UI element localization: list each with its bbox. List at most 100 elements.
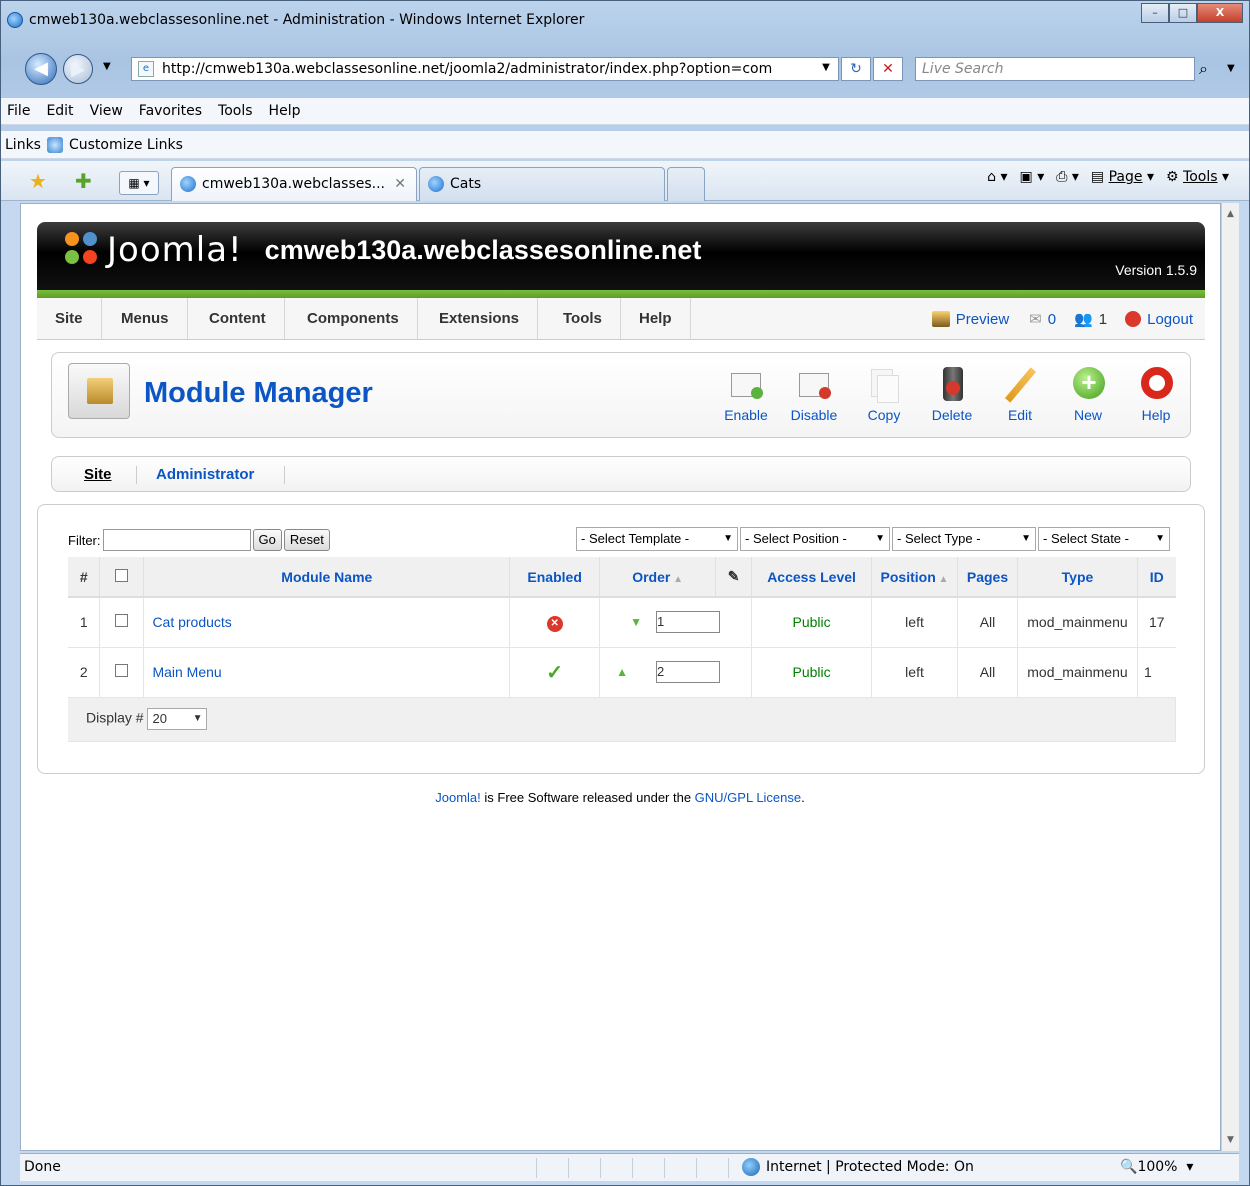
search-dropdown-icon[interactable]: ▼ bbox=[1227, 63, 1235, 74]
security-zone[interactable]: Internet | Protected Mode: On bbox=[742, 1154, 974, 1180]
close-button[interactable]: X bbox=[1197, 3, 1243, 23]
module-manager-icon bbox=[68, 363, 130, 419]
enabled-check-icon[interactable]: ✓ bbox=[546, 662, 563, 684]
edit-button[interactable]: Edit bbox=[992, 365, 1048, 423]
links-label: Links bbox=[5, 136, 41, 153]
help-button[interactable]: Help bbox=[1128, 365, 1184, 423]
col-access-level[interactable]: Access Level bbox=[751, 557, 873, 598]
row-checkbox[interactable] bbox=[115, 614, 129, 628]
scroll-up-icon[interactable]: ▲ bbox=[1227, 209, 1234, 219]
new-button[interactable]: + New bbox=[1060, 365, 1116, 423]
save-order-icon[interactable]: ✎ bbox=[715, 557, 753, 598]
admin-menu-tools[interactable]: Tools bbox=[545, 298, 621, 340]
messages-count[interactable]: 0 bbox=[1048, 311, 1056, 328]
title-bar: cmweb130a.webclassesonline.net - Adminis… bbox=[1, 1, 1249, 39]
col-position[interactable]: Position ▲ bbox=[871, 557, 958, 598]
row-checkbox-cell[interactable] bbox=[99, 597, 145, 648]
refresh-icon[interactable]: ↻ bbox=[841, 57, 871, 81]
feeds-icon[interactable]: ▣ ▾ bbox=[1020, 169, 1045, 185]
minimize-button[interactable]: – bbox=[1141, 3, 1169, 23]
print-icon[interactable]: ⎙ ▾ bbox=[1056, 169, 1079, 185]
search-icon[interactable]: ⌕ bbox=[1199, 59, 1208, 79]
stop-icon[interactable]: ✕ bbox=[873, 57, 903, 81]
col-enabled[interactable]: Enabled bbox=[509, 557, 601, 598]
row-checkbox[interactable] bbox=[115, 664, 129, 677]
col-pages[interactable]: Pages bbox=[957, 557, 1018, 598]
access-level[interactable]: Public bbox=[751, 597, 873, 648]
select-position[interactable]: - Select Position - ▼ bbox=[740, 527, 890, 551]
history-dropdown-icon[interactable]: ▼ bbox=[103, 61, 111, 72]
enabled-cell[interactable]: ✕ bbox=[509, 597, 601, 648]
admin-menu-components[interactable]: Components bbox=[289, 298, 418, 340]
go-button[interactable]: Go bbox=[252, 529, 282, 551]
enabled-cell[interactable]: ✓ bbox=[509, 647, 601, 698]
menu-favorites[interactable]: Favorites bbox=[139, 103, 202, 119]
disable-button[interactable]: Disable bbox=[786, 365, 842, 423]
favorites-star-icon[interactable]: ★ bbox=[29, 169, 47, 193]
display-limit-select[interactable]: 20 ▼ bbox=[147, 708, 208, 730]
add-favorites-icon[interactable]: ✚ bbox=[75, 169, 92, 193]
move-down-icon[interactable]: ▼ bbox=[630, 615, 642, 629]
submenu-administrator[interactable]: Administrator bbox=[156, 457, 254, 493]
address-dropdown-icon[interactable]: ▼ bbox=[813, 57, 839, 81]
col-id[interactable]: ID bbox=[1137, 557, 1176, 598]
search-input[interactable]: Live Search bbox=[915, 57, 1195, 81]
address-bar[interactable]: e http://cmweb130a.webclassesonline.net/… bbox=[131, 57, 839, 81]
menu-tools[interactable]: Tools bbox=[218, 103, 253, 119]
menu-help[interactable]: Help bbox=[269, 103, 301, 119]
order-input[interactable]: 2 bbox=[656, 661, 721, 683]
tab-cats[interactable]: Cats bbox=[419, 167, 665, 201]
menu-view[interactable]: View bbox=[90, 103, 123, 119]
joomla-link[interactable]: Joomla! bbox=[435, 790, 481, 805]
copy-button[interactable]: Copy bbox=[856, 365, 912, 423]
move-up-icon[interactable]: ▲ bbox=[616, 665, 628, 679]
gpl-license-link[interactable]: GNU/GPL License bbox=[695, 790, 801, 805]
access-level[interactable]: Public bbox=[751, 647, 873, 698]
admin-menu-menus[interactable]: Menus bbox=[103, 298, 188, 340]
menu-edit[interactable]: Edit bbox=[46, 103, 73, 119]
order-input[interactable]: 1 bbox=[656, 611, 721, 634]
col-order[interactable]: Order ▲ bbox=[599, 557, 717, 598]
page-menu[interactable]: ▤ Page ▾ bbox=[1091, 169, 1154, 185]
admin-menu-site[interactable]: Site bbox=[37, 298, 102, 340]
logout-link[interactable]: Logout bbox=[1147, 311, 1193, 328]
vertical-scrollbar[interactable]: ▲ ▼ bbox=[1221, 203, 1239, 1151]
scroll-down-icon[interactable]: ▼ bbox=[1227, 1135, 1234, 1145]
forward-button[interactable]: ▶ bbox=[63, 54, 93, 84]
back-button[interactable]: ◀ bbox=[25, 53, 57, 85]
admin-menu-extensions[interactable]: Extensions bbox=[421, 298, 539, 340]
home-icon[interactable]: ⌂ ▾ bbox=[987, 169, 1007, 185]
admin-menu-help[interactable]: Help bbox=[621, 298, 691, 340]
new-tab-button[interactable] bbox=[667, 167, 705, 201]
select-all-checkbox[interactable] bbox=[115, 568, 129, 582]
module-name-link[interactable]: Cat products bbox=[143, 597, 511, 648]
submenu-site[interactable]: Site bbox=[84, 457, 112, 493]
menu-file[interactable]: File bbox=[7, 103, 30, 119]
enable-button[interactable]: Enable bbox=[718, 365, 774, 423]
display-label: Display # bbox=[86, 709, 144, 726]
module-name-link[interactable]: Main Menu bbox=[143, 647, 511, 698]
preview-link[interactable]: Preview bbox=[956, 311, 1009, 328]
row-checkbox-cell[interactable] bbox=[99, 647, 145, 698]
col-select-all[interactable] bbox=[99, 557, 145, 598]
col-module-name[interactable]: Module Name bbox=[143, 557, 511, 598]
submenu: Site Administrator bbox=[51, 456, 1191, 492]
quick-tabs-icon[interactable]: ▦ ▾ bbox=[119, 171, 159, 195]
tools-menu[interactable]: ⚙ Tools ▾ bbox=[1166, 169, 1229, 185]
filter-input[interactable] bbox=[102, 529, 251, 551]
maximize-button[interactable]: □ bbox=[1169, 3, 1197, 23]
zoom-control[interactable]: 🔍100% ▾ bbox=[1120, 1154, 1193, 1180]
close-tab-icon[interactable]: ✕ bbox=[394, 168, 406, 200]
toolbar-box: Module Manager Enable Disable Copy Delet… bbox=[51, 352, 1191, 438]
delete-button[interactable]: Delete bbox=[924, 365, 980, 423]
select-template[interactable]: - Select Template - ▼ bbox=[576, 527, 738, 551]
status-divider bbox=[600, 1158, 601, 1178]
tab-active[interactable]: cmweb130a.webclasses... ✕ bbox=[171, 167, 417, 201]
reset-button[interactable]: Reset bbox=[283, 529, 330, 551]
customize-links[interactable]: Customize Links bbox=[69, 137, 183, 153]
select-state[interactable]: - Select State - ▼ bbox=[1038, 527, 1170, 551]
disabled-x-icon[interactable]: ✕ bbox=[546, 615, 563, 632]
select-type[interactable]: - Select Type - ▼ bbox=[892, 527, 1036, 551]
col-type[interactable]: Type bbox=[1017, 557, 1138, 598]
admin-menu-content[interactable]: Content bbox=[191, 298, 285, 340]
